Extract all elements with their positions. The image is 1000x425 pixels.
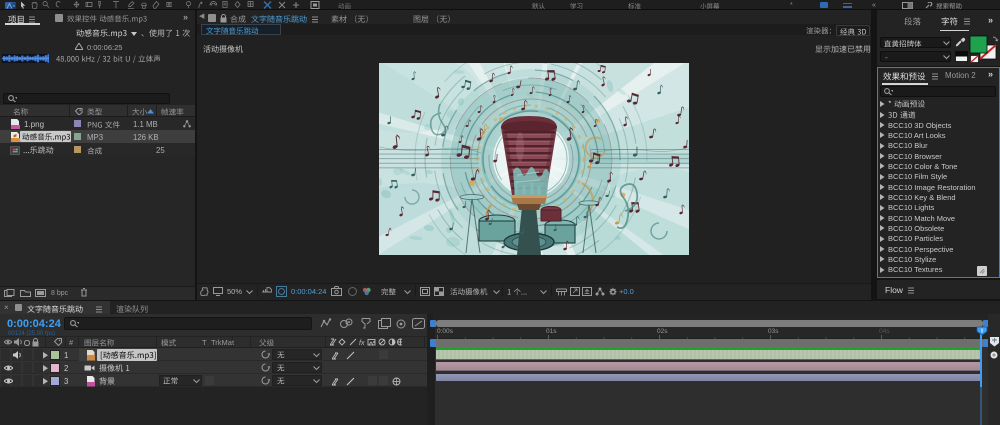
svg-text:fx: fx [359, 340, 365, 347]
